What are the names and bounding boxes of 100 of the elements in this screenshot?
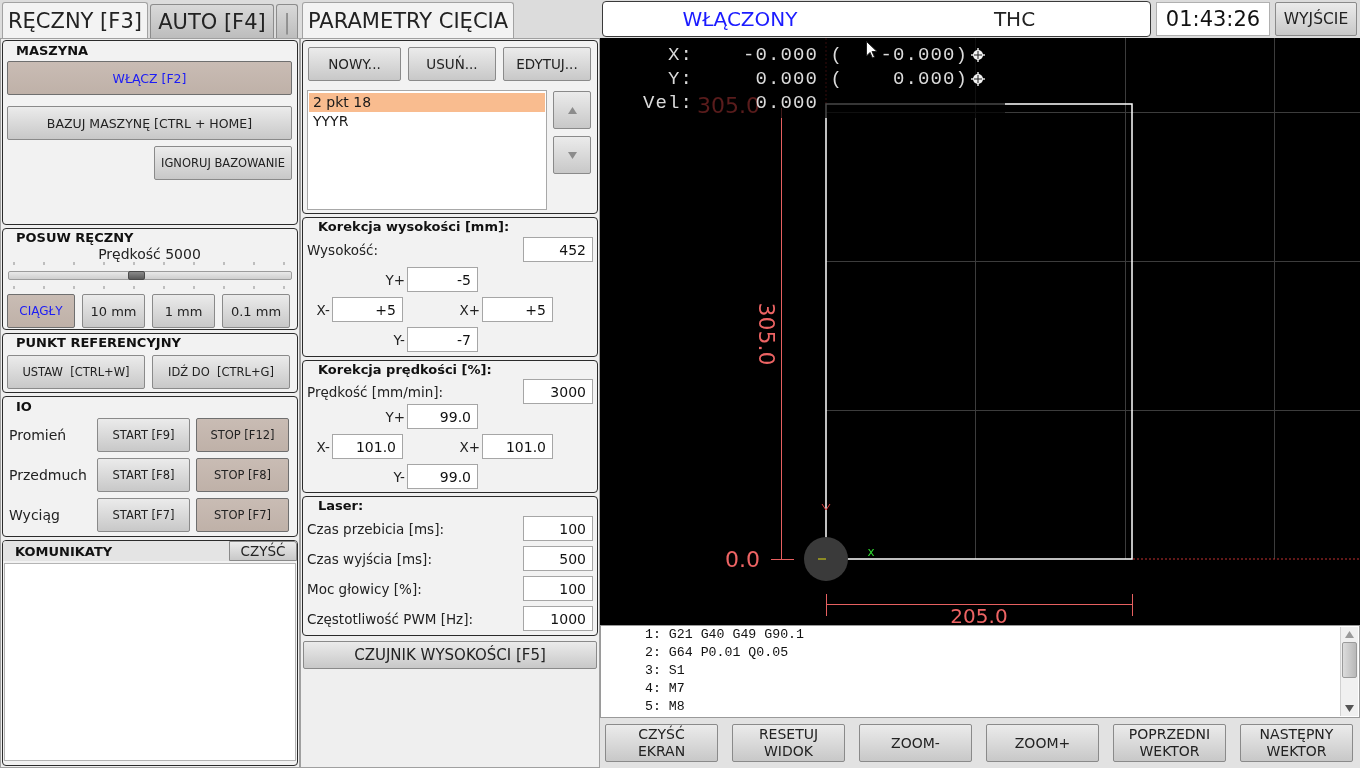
sensor-button[interactable]: CZUJNIK WYSOKOŚCI [F5] [303, 641, 597, 669]
readout-label: X: [668, 43, 693, 67]
io-label: Promień [8, 427, 67, 443]
start-button[interactable]: START [F8] [97, 458, 190, 492]
triangle-up-icon[interactable] [1345, 631, 1354, 638]
reference-button[interactable]: USTAW [CTRL+W] [7, 355, 145, 389]
io-label: Przedmuch [8, 467, 87, 483]
tab[interactable]: PARAMETRY CIĘCIA [302, 2, 515, 38]
group-title: Korekcja wysokości [mm]: [317, 218, 511, 236]
reference-button[interactable]: IDŹ DO [CTRL+G] [152, 355, 290, 389]
value-input[interactable]: 1000 [523, 606, 593, 631]
field-label: Moc głowicy [%]: [307, 580, 422, 597]
status-text: WŁĄCZONY [682, 7, 798, 31]
offset-input[interactable]: +5 [332, 297, 403, 322]
offset-label: X+ [458, 301, 480, 318]
machine-button[interactable]: IGNORUJ BAZOWANIE [154, 146, 292, 180]
value-input[interactable]: 452 [523, 237, 593, 262]
stop-button[interactable]: STOP [F7] [196, 498, 289, 532]
readout-value: -0.000 [743, 43, 818, 67]
view-button[interactable]: ZOOM+ [986, 724, 1099, 762]
readout-bracket: ( [830, 43, 843, 67]
value-input[interactable]: 3000 [523, 379, 593, 404]
group-title: KOMUNIKATY [14, 543, 113, 559]
machine-button[interactable]: BAZUJ MASZYNĘ [CTRL + HOME] [7, 106, 292, 140]
move-down-button[interactable] [553, 136, 591, 174]
offset-input[interactable]: +5 [482, 297, 553, 322]
gcode-line[interactable]: G21 G40 G49 G90.1 [668, 626, 805, 644]
group-title: Korekcja prędkości [%]: [317, 361, 493, 379]
view-button[interactable]: NASTĘPNY WEKTOR [1240, 724, 1353, 762]
field-label: Wysokość: [307, 241, 378, 258]
readout-label: Y: [668, 67, 693, 91]
line-number: 1: [645, 626, 661, 644]
gcode-line[interactable]: G64 P0.01 Q0.05 [668, 644, 789, 662]
scrollbar-thumb[interactable] [1342, 642, 1357, 678]
step-button[interactable]: 1 mm [152, 294, 215, 328]
offset-input[interactable]: 101.0 [482, 434, 553, 459]
line-number: 4: [645, 680, 661, 698]
slider-track[interactable] [8, 271, 292, 280]
group-title: PUNKT REFERENCYJNY [15, 334, 182, 352]
view-button[interactable]: ZOOM- [859, 724, 972, 762]
step-button[interactable]: CIĄGŁY [7, 294, 75, 328]
machine-button[interactable]: WŁĄCZ [F2] [7, 61, 292, 95]
exit-button[interactable]: WYJŚCIE [1275, 2, 1357, 36]
field-label: Czas przebicia [ms]: [307, 520, 444, 537]
view-button[interactable]: RESETUJ WIDOK [732, 724, 845, 762]
value-input[interactable]: 100 [523, 576, 593, 601]
profile-button[interactable]: EDYTUJ... [503, 47, 591, 81]
offset-label: X- [315, 301, 330, 318]
gcode-line[interactable]: M7 [668, 680, 685, 698]
readout-relative: 0.000) [893, 67, 968, 91]
tab[interactable]: RĘCZNY [F3] [2, 2, 148, 38]
offset-label: Y- [392, 331, 405, 348]
field-label: Częstotliwość PWM [Hz]: [307, 610, 473, 627]
tab[interactable]: AUTO [F4] [149, 4, 274, 38]
readout-bracket: ( [830, 67, 843, 91]
offset-input[interactable]: -7 [407, 327, 478, 352]
clear-button[interactable]: CZYŚĆ [229, 541, 297, 561]
offset-input[interactable]: 99.0 [407, 404, 478, 429]
line-number: 5: [645, 698, 661, 716]
offset-input[interactable]: -5 [407, 267, 478, 292]
readout-label: Vel: [643, 91, 693, 115]
dimension-label: 305.0 [754, 302, 779, 366]
stop-button[interactable]: STOP [F8] [196, 458, 289, 492]
gcode-line[interactable]: S1 [668, 662, 685, 680]
value-input[interactable]: 100 [523, 516, 593, 541]
scrollbar[interactable] [1340, 627, 1358, 716]
start-button[interactable]: START [F9] [97, 418, 190, 452]
status-text: THC [993, 7, 1036, 31]
offset-label: Y+ [384, 271, 405, 288]
step-button[interactable]: 0.1 mm [222, 294, 290, 328]
value-input[interactable]: 500 [523, 546, 593, 571]
clock-display: 01:43:26 [1156, 2, 1270, 36]
mouse-pointer-icon [866, 41, 878, 59]
offset-input[interactable]: 101.0 [332, 434, 403, 459]
profile-button[interactable]: USUŃ... [408, 47, 496, 81]
move-up-button[interactable] [553, 91, 591, 129]
triangle-down-icon [567, 151, 577, 159]
offset-label: Y+ [384, 408, 405, 425]
list-item[interactable]: 2 pkt 18 [309, 93, 545, 112]
dimension-label: 0.0 [725, 547, 760, 572]
offset-input[interactable]: 99.0 [407, 464, 478, 489]
tool-marker-icon [804, 537, 848, 581]
view-button[interactable]: POPRZEDNI WEKTOR [1113, 724, 1226, 762]
start-button[interactable]: START [F7] [97, 498, 190, 532]
io-label: Wyciąg [8, 507, 60, 523]
profile-button[interactable]: NOWY... [308, 47, 401, 81]
view-button[interactable]: CZYŚĆ EKRAN [605, 724, 718, 762]
arrowhead-icon [821, 503, 831, 511]
list-item[interactable]: YYYR [309, 112, 545, 131]
triangle-down-icon[interactable] [1345, 705, 1354, 712]
stop-button[interactable]: STOP [F12] [196, 418, 289, 452]
step-button[interactable]: 10 mm [82, 294, 145, 328]
readout-value: 0.000 [755, 67, 818, 91]
line-number: 2: [645, 644, 661, 662]
line-number: 3: [645, 662, 661, 680]
gcode-line[interactable]: M8 [668, 698, 685, 716]
group-title: Laser: [317, 497, 365, 515]
triangle-up-icon [567, 106, 577, 114]
slider-thumb[interactable] [128, 271, 146, 280]
field-label: Prędkość [mm/min]: [307, 383, 444, 400]
